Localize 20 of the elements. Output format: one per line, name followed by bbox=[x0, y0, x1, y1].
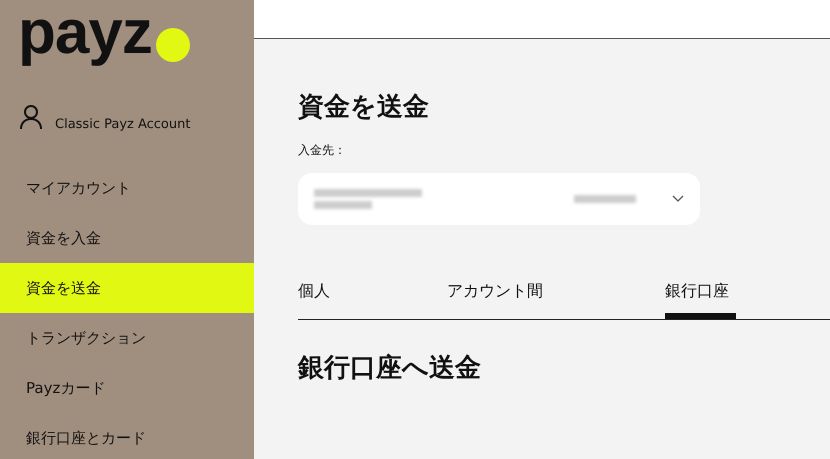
nav-item[interactable]: 資金を入金 bbox=[0, 213, 254, 263]
logo-text: payz bbox=[18, 2, 152, 64]
nav-item[interactable]: トランザクション bbox=[0, 313, 254, 363]
section-title: 銀行口座へ送金 bbox=[298, 352, 482, 385]
nav-item[interactable]: マイアカウント bbox=[0, 163, 254, 213]
nav-item[interactable]: 資金を送金 bbox=[0, 263, 254, 313]
account-name: Classic Payz Account bbox=[55, 117, 190, 132]
account-dropdown[interactable] bbox=[298, 173, 700, 225]
field-label: 入金先： bbox=[298, 142, 347, 159]
nav-item[interactable]: Payzカード bbox=[0, 363, 254, 413]
nav-item[interactable]: 銀行口座とカード bbox=[0, 413, 254, 459]
tab[interactable]: 個人 bbox=[298, 277, 447, 319]
logo-dot-icon bbox=[156, 28, 190, 62]
blurred-text-icon bbox=[574, 195, 636, 203]
tab[interactable]: 銀行口座 bbox=[665, 277, 830, 319]
blurred-text-icon bbox=[314, 189, 422, 209]
user-icon bbox=[19, 104, 43, 130]
page-title: 資金を送金 bbox=[298, 91, 430, 124]
chevron-down-icon bbox=[672, 195, 684, 203]
tab[interactable]: アカウント間 bbox=[447, 277, 665, 319]
